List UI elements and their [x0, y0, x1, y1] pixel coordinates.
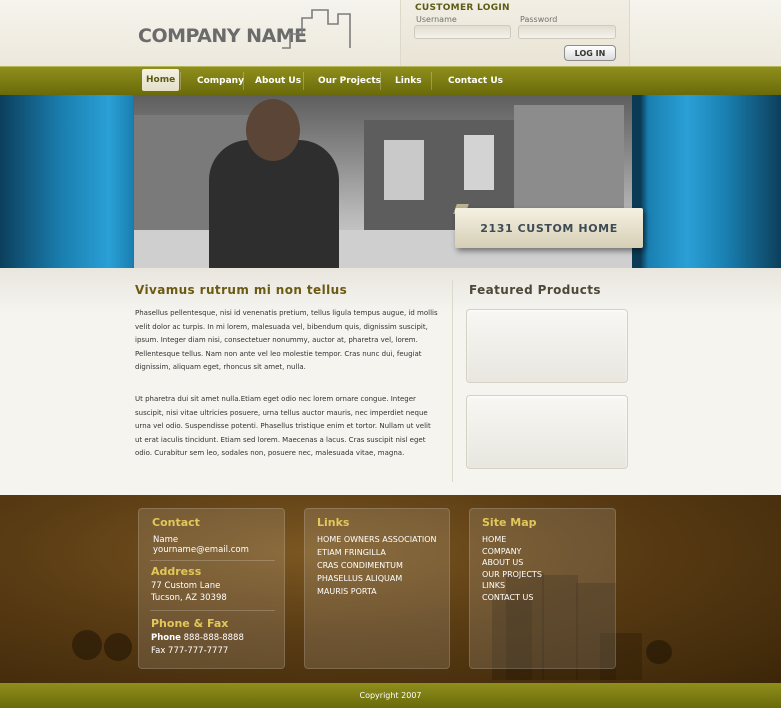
phone-label: Phone	[151, 633, 181, 643]
phone-line: Phone 888-888-8888	[151, 632, 244, 644]
footer-divider	[150, 610, 275, 611]
footer-link[interactable]: PHASELLUS ALIQUAM	[317, 572, 437, 585]
phone-fax-heading: Phone & Fax	[151, 617, 229, 630]
username-input[interactable]	[414, 25, 511, 39]
article-title: Vivamus rutrum mi non tellus	[135, 283, 348, 297]
featured-product-slot[interactable]	[466, 395, 628, 469]
nav-item-home[interactable]: Home	[142, 69, 180, 91]
article-paragraph: Phasellus pellentesque, nisi id venenati…	[135, 309, 438, 371]
sitemap-link[interactable]: LINKS	[482, 580, 542, 592]
nav-item-company[interactable]: Company	[197, 67, 244, 95]
footer-divider	[150, 560, 275, 561]
nav-separator	[180, 72, 181, 90]
address-line: Tucson, AZ 30398	[151, 593, 227, 603]
footer-link[interactable]: MAURIS PORTA	[317, 585, 437, 598]
footer-links-list: HOME OWNERS ASSOCIATION ETIAM FRINGILLA …	[317, 533, 437, 598]
article-paragraph: Ut pharetra dui sit amet nulla.Etiam ege…	[135, 395, 431, 457]
nav-separator	[431, 72, 432, 90]
sitemap-link[interactable]: HOME	[482, 534, 542, 546]
address-heading: Address	[151, 565, 202, 578]
skyline-logo-icon	[282, 9, 351, 49]
address-line: 77 Custom Lane	[151, 581, 221, 591]
featured-products-title: Featured Products	[469, 283, 601, 297]
sitemap-list: HOME COMPANY ABOUT US OUR PROJECTS LINKS…	[482, 534, 542, 604]
password-input[interactable]	[518, 25, 616, 39]
login-title: CUSTOMER LOGIN	[415, 3, 510, 13]
banner-tag: 2131 CUSTOM HOME	[455, 208, 643, 248]
content-divider	[452, 280, 453, 482]
featured-product-slot[interactable]	[466, 309, 628, 383]
footer-link[interactable]: HOME OWNERS ASSOCIATION	[317, 533, 437, 546]
nav-item-about-us[interactable]: About Us	[255, 67, 301, 95]
nav-separator	[243, 72, 244, 90]
phone-number: 888-888-8888	[183, 633, 244, 643]
footer-link[interactable]: CRAS CONDIMENTUM	[317, 559, 437, 572]
nav-item-links[interactable]: Links	[395, 67, 422, 95]
content-area	[0, 268, 781, 495]
customer-login-panel: CUSTOMER LOGIN Username Password LOG IN	[400, 0, 630, 66]
sitemap-heading: Site Map	[482, 516, 537, 529]
copyright-bar: Copyright 2007	[0, 683, 781, 708]
contact-heading: Contact	[152, 516, 200, 529]
sitemap-link[interactable]: ABOUT US	[482, 557, 542, 569]
main-nav: Home Company About Us Our Projects Links…	[0, 66, 781, 95]
sitemap-link[interactable]: OUR PROJECTS	[482, 569, 542, 581]
nav-separator	[303, 72, 304, 90]
copyright-text: Copyright 2007	[359, 691, 422, 700]
links-heading: Links	[317, 516, 350, 529]
nav-separator	[380, 72, 381, 90]
username-label: Username	[416, 15, 457, 24]
login-button[interactable]: LOG IN	[564, 45, 616, 61]
nav-item-our-projects[interactable]: Our Projects	[318, 67, 381, 95]
password-label: Password	[520, 15, 558, 24]
nav-item-contact-us[interactable]: Contact Us	[448, 67, 503, 95]
fax-line: Fax 777-777-7777	[151, 646, 229, 656]
contact-email-link[interactable]: yourname@email.com	[153, 544, 249, 556]
sitemap-link[interactable]: CONTACT US	[482, 592, 542, 604]
footer-link[interactable]: ETIAM FRINGILLA	[317, 546, 437, 559]
site-header	[0, 0, 781, 66]
sitemap-link[interactable]: COMPANY	[482, 546, 542, 558]
